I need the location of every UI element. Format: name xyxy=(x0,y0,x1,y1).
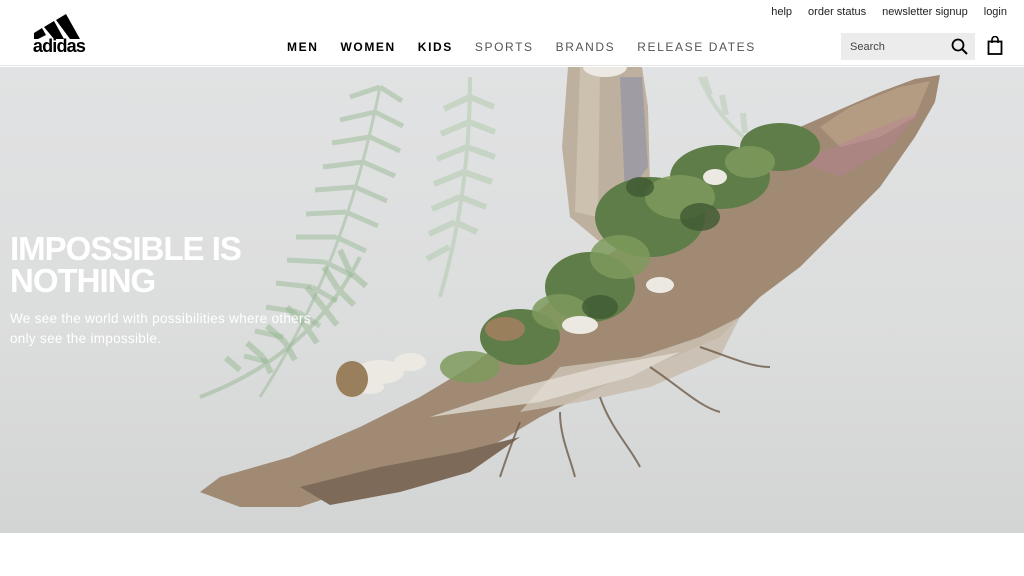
util-link-order-status[interactable]: order status xyxy=(808,6,866,18)
search-input[interactable] xyxy=(841,33,947,60)
utility-links: help order status newsletter signup logi… xyxy=(771,6,1007,18)
hero-subtitle: We see the world with possibilities wher… xyxy=(10,311,311,346)
nav-sports[interactable]: SPORTS xyxy=(475,40,534,54)
site-header: adidas help order status newsletter sign… xyxy=(0,0,1024,66)
shopping-bag-icon[interactable] xyxy=(987,36,1003,55)
search-box xyxy=(841,33,975,60)
nav-kids[interactable]: KIDS xyxy=(418,40,453,54)
nav-release-dates[interactable]: RELEASE DATES xyxy=(637,40,756,54)
hero-text-block: IMPOSSIBLE IS NOTHING We see the world w… xyxy=(10,230,370,349)
main-nav: MEN WOMEN KIDS SPORTS BRANDS RELEASE DAT… xyxy=(287,40,756,54)
hero-banner[interactable]: IMPOSSIBLE IS NOTHING We see the world w… xyxy=(0,67,1024,533)
nav-men[interactable]: MEN xyxy=(287,40,318,54)
util-link-login[interactable]: login xyxy=(984,6,1007,18)
util-link-help[interactable]: help xyxy=(771,6,792,18)
util-link-newsletter-signup[interactable]: newsletter signup xyxy=(882,6,968,18)
nav-women[interactable]: WOMEN xyxy=(340,40,395,54)
brand-wordmark: adidas xyxy=(32,36,86,56)
nav-brands[interactable]: BRANDS xyxy=(556,40,616,54)
adidas-logo[interactable]: adidas xyxy=(28,14,90,56)
search-icon[interactable] xyxy=(951,38,968,55)
hero-title: IMPOSSIBLE IS NOTHING xyxy=(10,230,242,299)
content-area xyxy=(0,533,1024,576)
